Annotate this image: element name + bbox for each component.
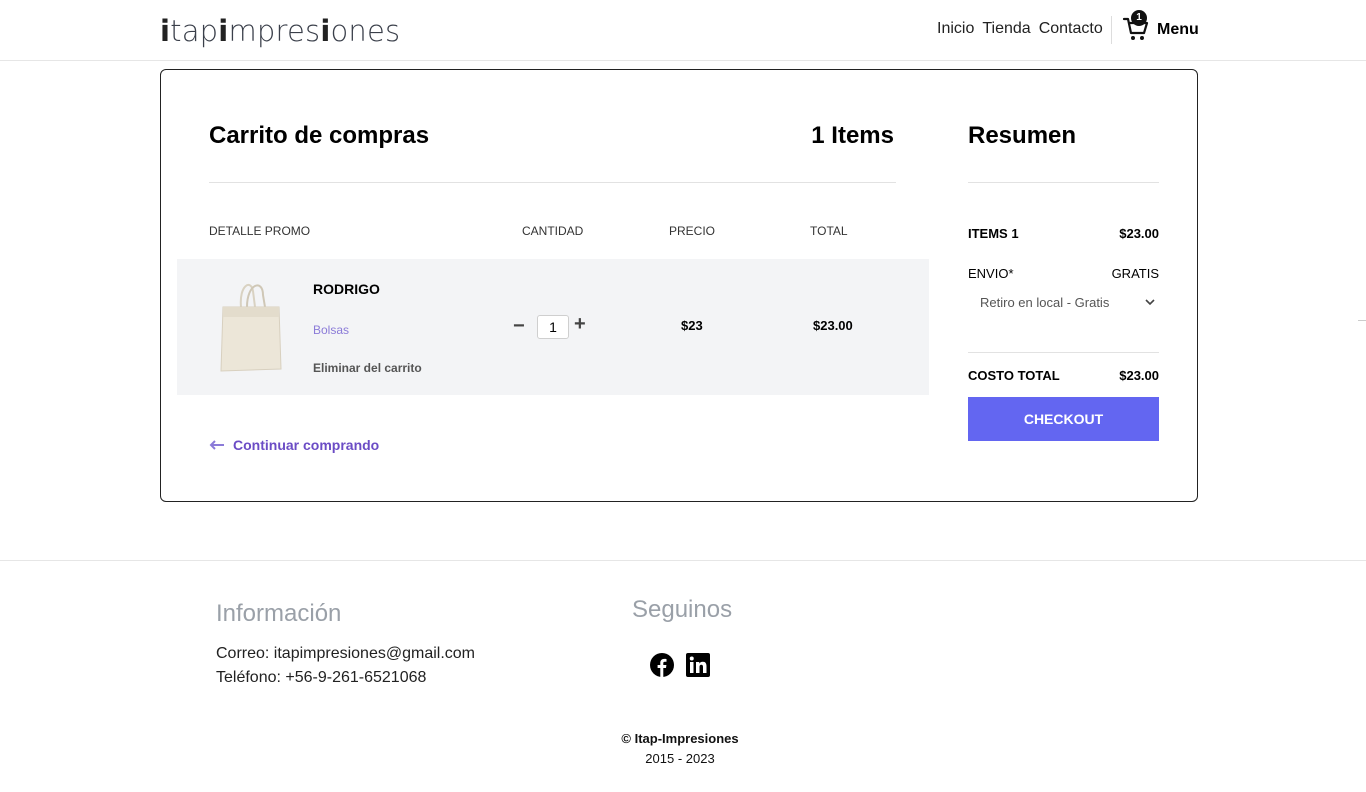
facebook-icon[interactable] bbox=[650, 653, 674, 677]
footer-copyright: © Itap-Impresiones bbox=[621, 731, 739, 746]
cart-row: RODRIGO Bolsas Eliminar del carrito − 1 … bbox=[177, 259, 929, 395]
summary-shipping-label: ENVIO* bbox=[968, 266, 1014, 281]
footer-info-title: Información bbox=[216, 600, 342, 627]
remove-from-cart-link[interactable]: Eliminar del carrito bbox=[313, 361, 422, 375]
summary-divider bbox=[968, 182, 1159, 183]
linkedin-icon[interactable] bbox=[686, 653, 710, 677]
cart-title: Carrito de compras bbox=[209, 122, 430, 149]
summary-title: Resumen bbox=[968, 122, 1077, 149]
footer-phone: Teléfono: +56-9-261-6521068 bbox=[216, 669, 427, 686]
quantity-decrease-button[interactable]: − bbox=[513, 315, 525, 338]
shipping-select-value: Retiro en local - Gratis bbox=[980, 295, 1110, 310]
footer-email: Correo: itapimpresiones@gmail.com bbox=[216, 645, 475, 662]
tote-bag-image bbox=[220, 283, 282, 372]
cart-card: Carrito de compras 1 Items DETALLE PROMO… bbox=[160, 69, 1198, 502]
column-header-quantity: CANTIDAD bbox=[522, 224, 584, 238]
chevron-down-icon bbox=[1145, 299, 1155, 306]
summary-items-label: ITEMS 1 bbox=[968, 226, 1019, 241]
footer-years: 2015 - 2023 bbox=[645, 751, 715, 766]
footer-divider bbox=[0, 560, 1366, 561]
item-total: $23.00 bbox=[813, 318, 853, 333]
column-header-detail: DETALLE PROMO bbox=[209, 224, 311, 238]
cart-divider bbox=[209, 182, 896, 183]
column-header-total: TOTAL bbox=[810, 224, 848, 238]
arrow-left-icon bbox=[209, 440, 224, 450]
checkout-button[interactable]: CHECKOUT bbox=[968, 397, 1159, 441]
summary-total-value: $23.00 bbox=[1119, 368, 1159, 383]
item-price: $23 bbox=[681, 318, 703, 333]
continue-shopping-label: Continuar comprando bbox=[233, 437, 380, 453]
nav-tienda[interactable]: Tienda bbox=[982, 20, 1030, 38]
quantity-input[interactable]: 1 bbox=[537, 315, 569, 339]
cart-items-count: 1 Items bbox=[811, 122, 894, 149]
nav-contacto[interactable]: Contacto bbox=[1039, 20, 1103, 38]
footer-follow-title: Seguinos bbox=[632, 596, 733, 623]
continue-shopping-link[interactable]: Continuar comprando bbox=[209, 437, 379, 453]
summary-items-value: $23.00 bbox=[1119, 226, 1159, 241]
scroll-marker bbox=[1358, 320, 1366, 321]
summary-total-label: COSTO TOTAL bbox=[968, 368, 1060, 383]
product-category: Bolsas bbox=[313, 323, 350, 337]
product-name: RODRIGO bbox=[313, 281, 380, 297]
nav-inicio[interactable]: Inicio bbox=[937, 20, 974, 38]
quantity-increase-button[interactable]: + bbox=[574, 313, 586, 336]
nav-divider bbox=[1111, 16, 1112, 44]
shipping-select[interactable]: Retiro en local - Gratis bbox=[968, 292, 1159, 314]
site-logo[interactable]: itapimpresiones bbox=[160, 14, 400, 48]
summary-shipping-row: ENVIO* GRATIS bbox=[968, 266, 1159, 281]
cart-count-badge: 1 bbox=[1131, 10, 1147, 26]
summary-shipping-value: GRATIS bbox=[1111, 266, 1159, 281]
summary-total-row: COSTO TOTAL $23.00 bbox=[968, 368, 1159, 383]
summary-items-row: ITEMS 1 $23.00 bbox=[968, 226, 1159, 241]
site-header: itapimpresiones Inicio Tienda Contacto 1… bbox=[0, 0, 1366, 61]
summary-divider-2 bbox=[968, 352, 1159, 353]
menu-button[interactable]: Menu bbox=[1157, 21, 1199, 39]
column-header-price: PRECIO bbox=[669, 224, 716, 238]
main-nav: Inicio Tienda Contacto bbox=[937, 20, 1103, 38]
